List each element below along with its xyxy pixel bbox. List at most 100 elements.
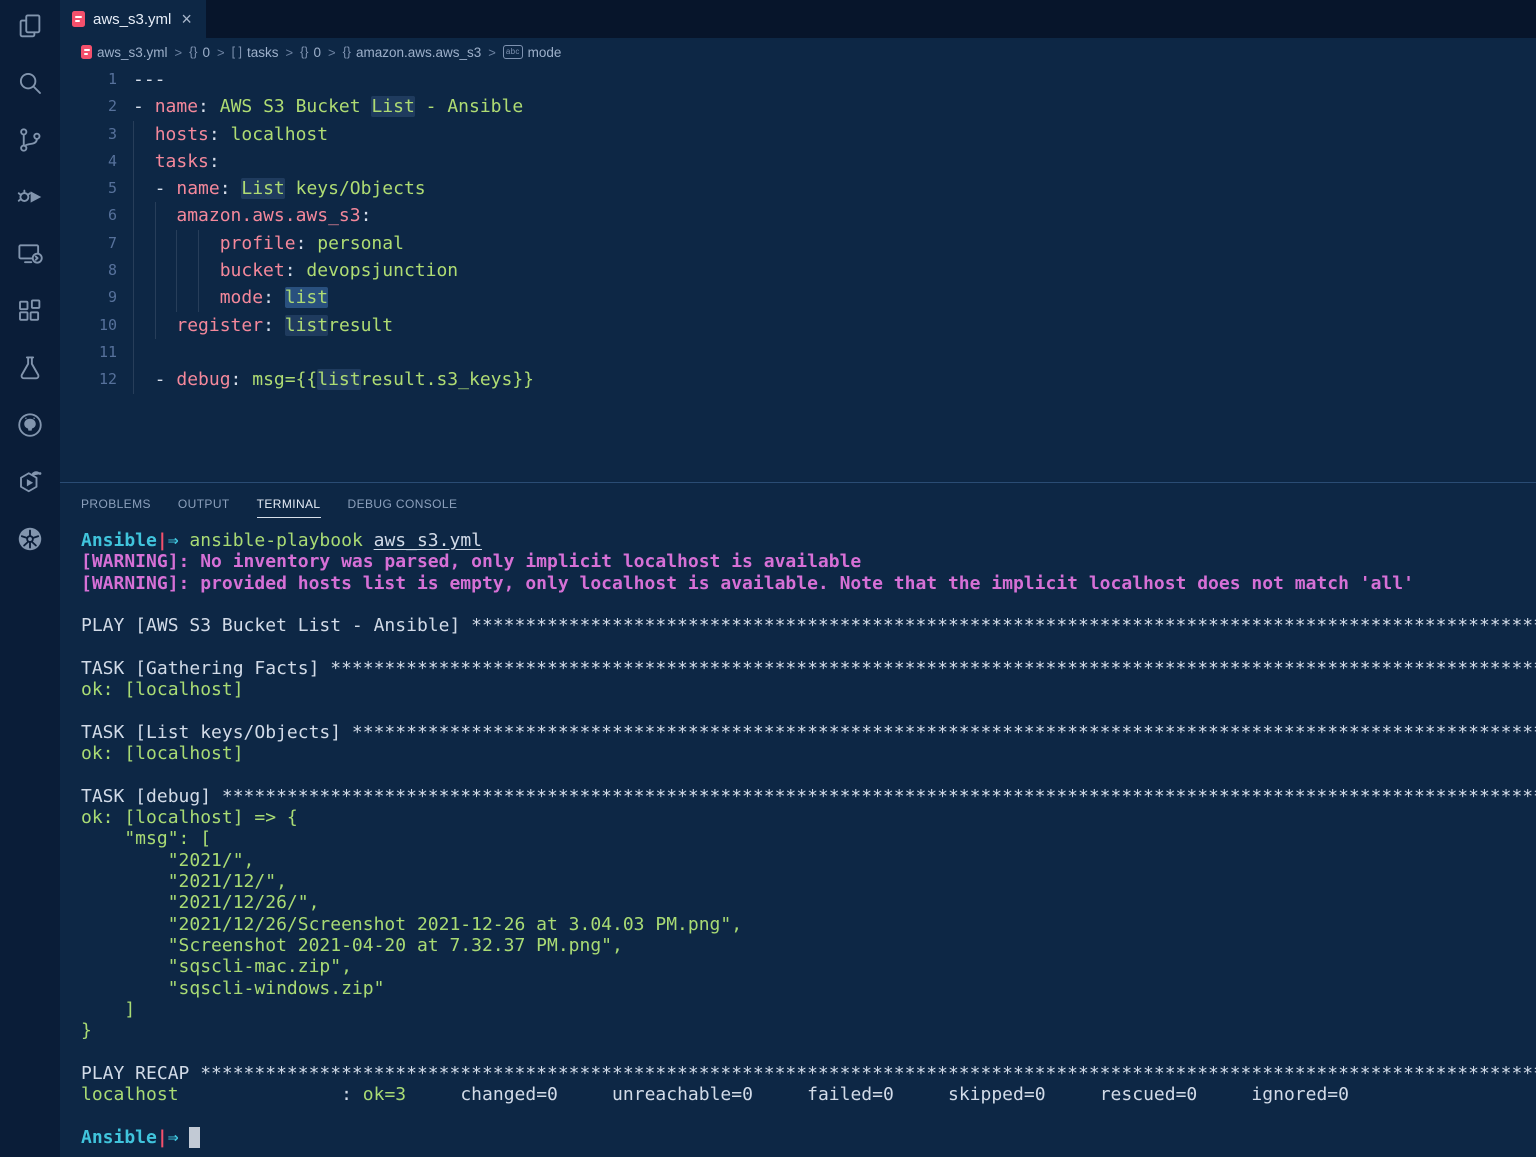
text-segment: "2021/",	[81, 850, 254, 871]
activitybar-source-control[interactable]	[6, 118, 54, 166]
code-line[interactable]: 4 tasks:	[60, 148, 1536, 175]
panel-tab-debug-console[interactable]: DEBUG CONSOLE	[348, 487, 458, 518]
activitybar-search[interactable]	[6, 61, 54, 109]
text-segment: -	[133, 96, 155, 117]
breadcrumb[interactable]: aws_s3.yml>{}0>[ ]tasks>{}0>{}amazon.aws…	[60, 38, 1536, 66]
text-segment: TASK [debug] ***************************…	[81, 786, 1536, 807]
text-segment: changed=0 unreachable=0 failed=0 skipped…	[406, 1084, 1349, 1105]
activitybar-run-and-debug[interactable]	[6, 175, 54, 223]
indent-guide	[133, 121, 134, 148]
beaker-icon	[15, 353, 45, 388]
indent-guide	[133, 312, 134, 339]
indent-guide	[176, 230, 177, 257]
indent-guide	[133, 148, 134, 175]
text-segment: }	[81, 1020, 92, 1041]
terminal-line: ok: [localhost]	[81, 679, 1536, 700]
text-segment: :	[209, 151, 220, 172]
breadcrumb-label: aws_s3.yml	[97, 45, 168, 60]
activitybar-explorer[interactable]	[6, 4, 54, 52]
line-number: 10	[60, 312, 133, 339]
panel-tab-terminal[interactable]: TERMINAL	[257, 487, 321, 518]
text-segment: msg={{	[241, 369, 317, 390]
indent-guide	[176, 284, 177, 311]
breadcrumb-item[interactable]: {}0	[300, 45, 321, 60]
panel-tab-problems[interactable]: PROBLEMS	[81, 487, 151, 518]
breadcrumb-label: tasks	[247, 45, 279, 60]
text-segment: "sqscli-mac.zip",	[81, 956, 352, 977]
text-segment: ]	[81, 999, 135, 1020]
terminal-line	[81, 637, 1536, 658]
code-line[interactable]: 6 amazon.aws.aws_s3:	[60, 202, 1536, 229]
panel-tab-output[interactable]: OUTPUT	[178, 487, 230, 518]
text-segment: hosts	[155, 124, 209, 145]
close-icon[interactable]: ×	[179, 10, 194, 28]
line-text: - name: AWS S3 Bucket List - Ansible	[133, 93, 523, 120]
line-text: ---	[133, 66, 166, 93]
kubernetes-icon	[15, 524, 45, 559]
text-segment: PLAY [AWS S3 Bucket List - Ansible] ****…	[81, 615, 1536, 636]
text-segment	[231, 178, 242, 199]
terminal-line: ok: [localhost]	[81, 743, 1536, 764]
text-segment: :	[361, 205, 372, 226]
indent-guide	[155, 202, 156, 229]
text-segment: devopsjunction	[296, 260, 459, 281]
breadcrumb-item[interactable]: [ ]tasks	[232, 45, 279, 60]
code-line[interactable]: 12 - debug: msg={{listresult.s3_keys}}	[60, 366, 1536, 393]
activitybar-testing[interactable]	[6, 346, 54, 394]
line-text: amazon.aws.aws_s3:	[133, 202, 371, 229]
text-segment: result	[328, 315, 393, 336]
text-segment: - Ansible	[415, 96, 523, 117]
breadcrumb-item[interactable]: aws_s3.yml	[81, 45, 168, 60]
text-segment: :	[263, 287, 274, 308]
tab-aws-s3-yml[interactable]: aws_s3.yml ×	[60, 0, 206, 38]
activitybar-github[interactable]	[6, 403, 54, 451]
indent-guide	[155, 257, 156, 284]
activity-bar	[0, 0, 60, 1157]
terminal-line: Ansible|⇒ ansible-playbook aws_s3.yml	[81, 530, 1536, 551]
code-line[interactable]: 3 hosts: localhost	[60, 121, 1536, 148]
code-line[interactable]: 7 profile: personal	[60, 230, 1536, 257]
activitybar-kubernetes[interactable]	[6, 517, 54, 565]
indent-guide	[133, 284, 134, 311]
text-segment: debug	[176, 369, 230, 390]
remote-explorer-icon	[15, 239, 45, 274]
terminal-line	[81, 764, 1536, 785]
code-line[interactable]: 5 - name: List keys/Objects	[60, 175, 1536, 202]
text-segment: list	[285, 315, 328, 336]
text-segment: result.s3_keys}}	[361, 369, 534, 390]
breadcrumb-label: amazon.aws.aws_s3	[356, 45, 481, 60]
activitybar-docker[interactable]	[6, 460, 54, 508]
breadcrumb-item[interactable]: {} 0	[189, 45, 210, 60]
activitybar-remote-explorer[interactable]	[6, 232, 54, 280]
code-line[interactable]: 1---	[60, 66, 1536, 93]
text-segment: ok: [localhost]	[81, 679, 244, 700]
breadcrumb-label: 0	[202, 45, 210, 60]
indent-guide	[198, 284, 199, 311]
code-line[interactable]: 11	[60, 339, 1536, 366]
indent-guide	[198, 230, 199, 257]
line-text: hosts: localhost	[133, 121, 328, 148]
text-segment: :	[220, 178, 231, 199]
indent-guide	[155, 284, 156, 311]
activitybar-extensions[interactable]	[6, 289, 54, 337]
code-line[interactable]: 2- name: AWS S3 Bucket List - Ansible	[60, 93, 1536, 120]
text-segment: ok: [localhost]	[81, 743, 244, 764]
line-number: 11	[60, 339, 133, 366]
text-segment: ok: [localhost] => {	[81, 807, 298, 828]
code-line[interactable]: 8 bucket: devopsjunction	[60, 257, 1536, 284]
terminal-line: "2021/12/26/Screenshot 2021-12-26 at 3.0…	[81, 914, 1536, 935]
text-segment: TASK [Gathering Facts] *****************…	[81, 658, 1536, 679]
text-segment: "2021/12/26/",	[81, 892, 319, 913]
breadcrumb-item[interactable]: {}amazon.aws.aws_s3	[343, 45, 482, 60]
brace-symbol-icon: {}	[189, 45, 197, 59]
code-line[interactable]: 9 mode: list	[60, 284, 1536, 311]
editor[interactable]: 1---2- name: AWS S3 Bucket List - Ansibl…	[60, 66, 1536, 482]
text-segment: :	[296, 233, 307, 254]
code-line[interactable]: 10 register: listresult	[60, 312, 1536, 339]
breadcrumb-item[interactable]: abcmode	[503, 45, 562, 60]
terminal[interactable]: Ansible|⇒ ansible-playbook aws_s3.yml[WA…	[60, 521, 1536, 1157]
text-segment: profile	[220, 233, 296, 254]
text-segment: |	[157, 530, 168, 551]
text-segment: name	[176, 178, 219, 199]
terminal-line: }	[81, 1020, 1536, 1041]
